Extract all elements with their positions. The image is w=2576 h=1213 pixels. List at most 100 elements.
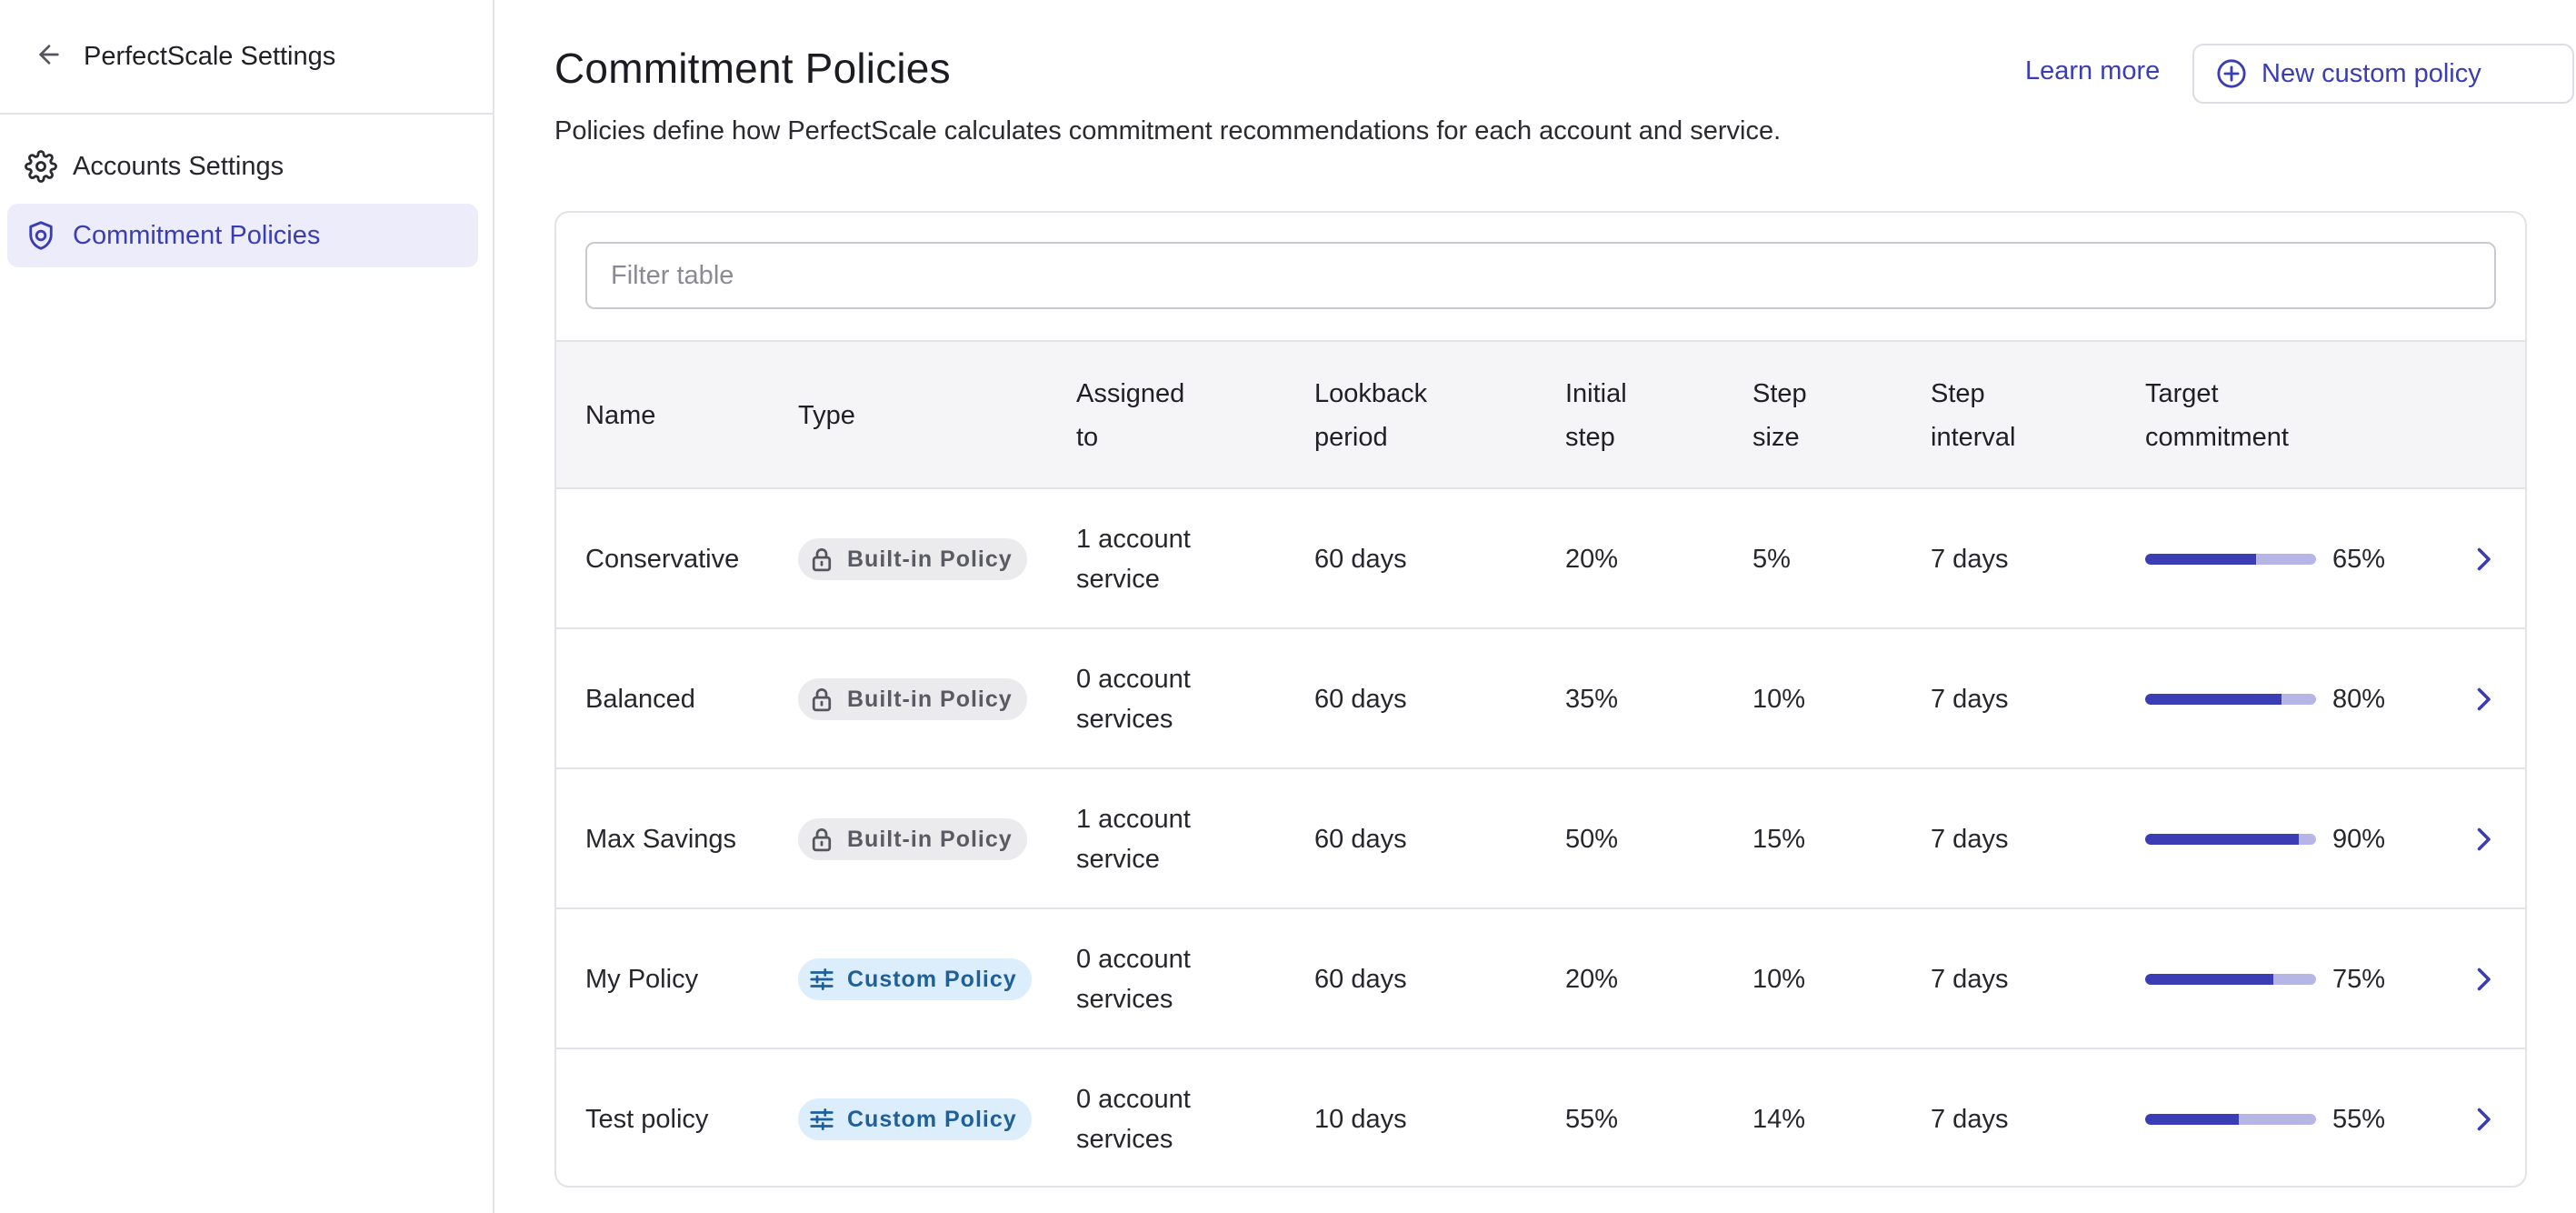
table-row[interactable]: Conservative Built-in Policy 1 account s… (556, 489, 2525, 629)
sidebar-nav: Accounts Settings Commitment Policies (0, 115, 493, 267)
policy-target-commitment: 75% (2145, 909, 2445, 1049)
column-header-label: Assigned to (1076, 379, 1185, 452)
policy-step-size: 5% (1752, 545, 1791, 574)
table-header: Name Type Assigned to Lookback period In… (556, 342, 2525, 489)
shield-icon (24, 218, 58, 253)
sidebar-header: PerfectScale Settings (0, 0, 493, 115)
policy-assigned-to: 0 account services (1076, 1049, 1294, 1186)
chevron-right-icon[interactable] (2463, 679, 2503, 719)
column-header-type[interactable]: Type (798, 342, 1062, 489)
badge-label: Built-in Policy (847, 827, 1013, 852)
sidebar-item-commitment-policies[interactable]: Commitment Policies (7, 204, 478, 267)
policy-target-commitment: 55% (2145, 1049, 2445, 1186)
column-header-initial-step[interactable]: Initial step (1565, 342, 1738, 489)
policy-type-cell: Custom Policy (798, 909, 1062, 1049)
column-header-label: Initial step (1565, 379, 1627, 452)
policy-assigned-to: 1 account service (1076, 769, 1294, 909)
policy-type-cell: Built-in Policy (798, 629, 1062, 769)
filter-input[interactable] (585, 242, 2496, 309)
table-row[interactable]: Max Savings Built-in Policy 1 account se… (556, 769, 2525, 909)
policy-target-commitment: 80% (2145, 629, 2445, 769)
assigned-label: 0 account services (1076, 945, 1191, 1014)
badge-label: Custom Policy (847, 1107, 1017, 1132)
column-header-lookback-period[interactable]: Lookback period (1314, 342, 1551, 489)
column-header-label: Lookback period (1314, 379, 1428, 452)
column-header-label: Target commitment (2145, 379, 2289, 452)
new-custom-policy-button[interactable]: New custom policy (2192, 44, 2574, 104)
policy-step-interval: 7 days (1931, 545, 2009, 574)
column-header-label: Step interval (1931, 379, 2016, 452)
policy-name: Test policy (585, 1105, 709, 1134)
column-header-step-size[interactable]: Step size (1752, 342, 1916, 489)
column-header-step-interval[interactable]: Step interval (1931, 342, 2131, 489)
row-action-cell (2447, 489, 2520, 629)
custom-policy-badge: Custom Policy (798, 958, 1032, 1000)
policy-name: Max Savings (585, 825, 737, 854)
policy-lookback: 60 days (1314, 545, 1407, 574)
target-progress-bar (2145, 834, 2316, 845)
filter-bar (556, 213, 2525, 342)
table-body: Conservative Built-in Policy 1 account s… (556, 489, 2525, 1186)
target-progress-fill (2145, 554, 2257, 565)
column-header-target-commitment[interactable]: Target commitment (2145, 342, 2445, 489)
table-row[interactable]: Test policy Custom Policy 0 account serv… (556, 1049, 2525, 1186)
policy-step-interval: 7 days (1931, 965, 2009, 994)
target-progress-bar (2145, 1114, 2316, 1125)
column-header-name[interactable]: Name (585, 342, 785, 489)
target-percent: 80% (2332, 685, 2386, 714)
row-action-cell (2447, 769, 2520, 909)
lock-icon (807, 545, 836, 574)
target-percent: 75% (2332, 965, 2386, 994)
row-action-cell (2447, 629, 2520, 769)
sliders-icon (807, 1105, 836, 1134)
table-row[interactable]: Balanced Built-in Policy 0 account servi… (556, 629, 2525, 769)
policy-initial-step: 20% (1565, 965, 1619, 994)
page-title: Commitment Policies (554, 45, 951, 92)
policy-lookback: 60 days (1314, 965, 1407, 994)
chevron-right-icon[interactable] (2463, 1099, 2503, 1139)
built-in-policy-badge: Built-in Policy (798, 678, 1027, 720)
sliders-icon (807, 965, 836, 994)
chevron-right-icon[interactable] (2463, 819, 2503, 859)
policy-name: My Policy (585, 965, 699, 994)
back-button[interactable] (31, 38, 67, 75)
policy-step-interval: 7 days (1931, 1105, 2009, 1134)
policy-step-interval: 7 days (1931, 685, 2009, 714)
policy-assigned-to: 0 account services (1076, 909, 1294, 1049)
policy-type-cell: Built-in Policy (798, 489, 1062, 629)
assigned-label: 0 account services (1076, 665, 1191, 734)
column-header-assigned-to[interactable]: Assigned to (1076, 342, 1294, 489)
policy-initial-step: 35% (1565, 685, 1619, 714)
assigned-label: 1 account service (1076, 805, 1191, 874)
sidebar-item-label: Commitment Policies (73, 220, 321, 250)
assigned-label: 0 account services (1076, 1085, 1191, 1154)
policy-assigned-to: 0 account services (1076, 629, 1294, 769)
policy-step-size: 14% (1752, 1105, 1806, 1134)
table-row[interactable]: My Policy Custom Policy 0 account servic… (556, 909, 2525, 1049)
target-progress-bar (2145, 554, 2316, 565)
page-description: Policies define how PerfectScale calcula… (554, 116, 1782, 145)
policy-target-commitment: 65% (2145, 489, 2445, 629)
chevron-right-icon[interactable] (2463, 539, 2503, 579)
new-custom-policy-label: New custom policy (2261, 58, 2481, 88)
badge-label: Built-in Policy (847, 546, 1013, 572)
chevron-right-icon[interactable] (2463, 959, 2503, 999)
target-progress-fill (2145, 834, 2300, 845)
built-in-policy-badge: Built-in Policy (798, 538, 1027, 580)
policy-name: Balanced (585, 685, 695, 714)
target-percent: 55% (2332, 1105, 2386, 1134)
sidebar-item-accounts-settings[interactable]: Accounts Settings (7, 135, 478, 198)
target-progress-fill (2145, 1114, 2240, 1125)
policy-assigned-to: 1 account service (1076, 489, 1294, 629)
column-header-label: Step size (1752, 379, 1807, 452)
assigned-label: 1 account service (1076, 525, 1191, 594)
row-action-cell (2447, 909, 2520, 1049)
arrow-left-icon (35, 40, 64, 74)
badge-label: Built-in Policy (847, 687, 1013, 712)
sidebar-title: PerfectScale Settings (84, 41, 336, 71)
target-progress-fill (2145, 974, 2273, 985)
policy-initial-step: 50% (1565, 825, 1619, 854)
lock-icon (807, 685, 836, 714)
policy-step-size: 15% (1752, 825, 1806, 854)
learn-more-link[interactable]: Learn more (2025, 56, 2160, 86)
